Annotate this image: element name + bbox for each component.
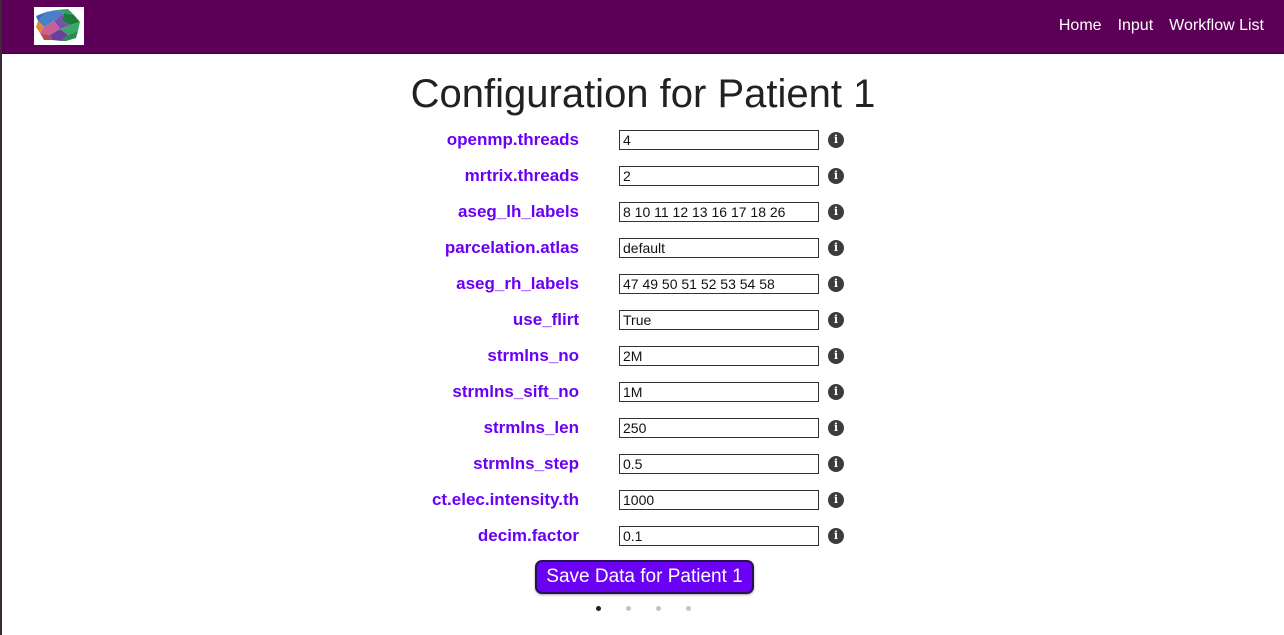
decim-factor-input[interactable]	[619, 526, 819, 546]
strmlns-no-input[interactable]	[619, 346, 819, 366]
pagination-dots	[596, 606, 691, 611]
pagination-dot-4[interactable]	[686, 606, 691, 611]
info-icon[interactable]: i	[828, 168, 844, 184]
brain-logo-icon[interactable]	[34, 7, 84, 45]
nav-links: Home Input Workflow List	[1059, 0, 1264, 52]
config-row-strmlns-len: strmlns_len i	[2, 410, 1284, 446]
pagination-dot-3[interactable]	[656, 606, 661, 611]
strmlns-step-input[interactable]	[619, 454, 819, 474]
parcelation-atlas-input[interactable]	[619, 238, 819, 258]
nav-workflow-list-link[interactable]: Workflow List	[1169, 17, 1264, 35]
config-row-strmlns-step: strmlns_step i	[2, 446, 1284, 482]
config-label: parcelation.atlas	[444, 238, 579, 257]
config-label: mrtrix.threads	[464, 166, 579, 185]
config-row-mrtrix-threads: mrtrix.threads i	[2, 158, 1284, 194]
config-label: aseg_lh_labels	[458, 202, 579, 221]
info-icon[interactable]: i	[828, 456, 844, 472]
info-icon[interactable]: i	[828, 384, 844, 400]
nav-home-link[interactable]: Home	[1059, 17, 1102, 35]
config-label: strmlns_step	[473, 454, 579, 473]
info-icon[interactable]: i	[828, 348, 844, 364]
info-icon[interactable]: i	[828, 240, 844, 256]
config-row-decim-factor: decim.factor i	[2, 518, 1284, 554]
config-label: strmlns_len	[483, 418, 579, 437]
aseg-lh-labels-input[interactable]	[619, 202, 819, 222]
config-row-aseg-lh-labels: aseg_lh_labels i	[2, 194, 1284, 230]
config-label: ct.elec.intensity.th	[431, 490, 579, 509]
config-row-ct-elec-intensity-th: ct.elec.intensity.th i	[2, 482, 1284, 518]
strmlns-sift-no-input[interactable]	[619, 382, 819, 402]
info-icon[interactable]: i	[828, 420, 844, 436]
save-data-button[interactable]: Save Data for Patient 1	[535, 560, 754, 594]
page-title: Configuration for Patient 1	[410, 72, 876, 116]
mrtrix-threads-input[interactable]	[619, 166, 819, 186]
config-label: decim.factor	[477, 526, 579, 545]
config-label: strmlns_no	[487, 346, 579, 365]
info-icon[interactable]: i	[828, 132, 844, 148]
config-row-use-flirt: use_flirt i	[2, 302, 1284, 338]
config-label: strmlns_sift_no	[452, 382, 579, 401]
config-form: openmp.threads i mrtrix.threads i aseg_l…	[2, 122, 1284, 554]
use-flirt-input[interactable]	[619, 310, 819, 330]
config-label: use_flirt	[512, 310, 579, 329]
info-icon[interactable]: i	[828, 204, 844, 220]
config-row-strmlns-no: strmlns_no i	[2, 338, 1284, 374]
config-row-openmp-threads: openmp.threads i	[2, 122, 1284, 158]
info-icon[interactable]: i	[828, 276, 844, 292]
config-row-parcelation-atlas: parcelation.atlas i	[2, 230, 1284, 266]
config-row-aseg-rh-labels: aseg_rh_labels i	[2, 266, 1284, 302]
config-row-strmlns-sift-no: strmlns_sift_no i	[2, 374, 1284, 410]
info-icon[interactable]: i	[828, 312, 844, 328]
ct-elec-intensity-th-input[interactable]	[619, 490, 819, 510]
strmlns-len-input[interactable]	[619, 418, 819, 438]
aseg-rh-labels-input[interactable]	[619, 274, 819, 294]
info-icon[interactable]: i	[828, 492, 844, 508]
pagination-dot-1[interactable]	[596, 606, 601, 611]
config-label: openmp.threads	[446, 130, 579, 149]
config-label: aseg_rh_labels	[456, 274, 579, 293]
navbar: Home Input Workflow List	[2, 0, 1284, 54]
openmp-threads-input[interactable]	[619, 130, 819, 150]
pagination-dot-2[interactable]	[626, 606, 631, 611]
nav-input-link[interactable]: Input	[1118, 17, 1154, 35]
info-icon[interactable]: i	[828, 528, 844, 544]
